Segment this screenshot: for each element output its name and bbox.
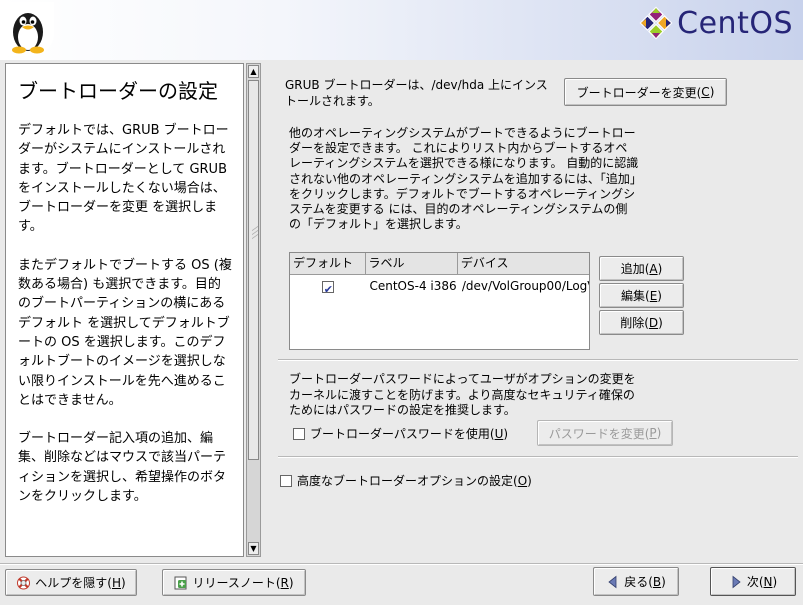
table-header: デフォルト ラベル デバイス [290,253,589,275]
bootloader-description: 他のオペレーティングシステムがブートできるようにブートローダーを設定できます。 … [289,126,639,232]
table-row[interactable]: CentOS-4 i386 /dev/VolGroup00/LogVol00 [290,275,589,297]
boot-entries-table: デフォルト ラベル デバイス CentOS-4 i386 /dev/VolGro… [289,252,590,350]
life-ring-icon [17,576,31,589]
help-paragraph: ブートローダー記入項の追加、編集、削除などはマウスで該当パーティションを選択し、… [18,431,227,505]
scroll-up-arrow-icon[interactable]: ▲ [248,65,259,78]
scroll-down-arrow-icon[interactable]: ▼ [248,542,259,555]
separator [278,456,798,458]
grub-install-info: GRUB ブートローダーは、/dev/hda 上にインストールされます。 [285,78,548,108]
label-cell: CentOS-4 i386 [369,279,457,293]
add-button[interactable]: 追加(A) [599,256,684,281]
default-cell[interactable] [290,275,365,297]
back-button[interactable]: 戻る(B) [593,567,679,596]
tux-penguin-icon [12,13,44,54]
next-button[interactable]: 次(N) [710,567,796,596]
brand-name: CentOS [677,5,793,41]
password-info: ブートローダーパスワードによってユーザがオプションの変更をカーネルに渡すことを防… [289,372,636,417]
footer-separator [0,563,803,565]
device-cell: /dev/VolGroup00/LogVol00 [461,279,589,293]
back-arrow-icon [608,575,617,588]
change-password-button[interactable]: パスワードを変更(P) [537,420,673,446]
centos-brand: CentOS [639,5,793,41]
release-notes-button[interactable]: リリースノート(R) [162,569,306,596]
add-document-icon [174,576,187,589]
delete-button[interactable]: 削除(D) [599,310,684,335]
pane-splitter-grip-icon[interactable] [252,225,258,246]
help-title: ブートローダーの設定 [18,79,218,103]
column-header-default[interactable]: デフォルト [290,253,366,274]
separator [278,359,798,361]
tux-logo [2,2,54,56]
help-scrollbar[interactable]: ▲ ▼ [246,63,261,557]
help-paragraph: デフォルトでは、GRUB ブートローダーがシステムにインストールされます。ブート… [18,123,229,235]
help-paragraph: またデフォルトでブートする OS (複数ある場合) も選択できます。目的のブート… [18,257,232,408]
column-header-label[interactable]: ラベル [366,253,458,274]
next-arrow-icon [732,575,741,588]
use-password-checkbox-box[interactable] [293,427,305,440]
header-banner: CentOS [0,0,803,60]
hide-help-button[interactable]: ヘルプを隠す(H) [5,569,137,596]
centos-logo-icon [639,6,673,40]
use-password-checkbox[interactable]: ブートローダーパスワードを使用(U) [293,425,508,442]
help-pane: ブートローダーの設定 デフォルトでは、GRUB ブートローダーがシステムにインス… [5,63,244,557]
advanced-options-checkbox-box[interactable] [280,474,292,487]
scrollbar-thumb[interactable] [248,80,259,460]
edit-button[interactable]: 編集(E) [599,283,684,308]
default-checkbox[interactable] [321,279,334,297]
advanced-options-checkbox[interactable]: 高度なブートローダーオプションの設定(O) [280,472,532,489]
change-bootloader-button[interactable]: ブートローダーを変更(C) [564,78,727,106]
column-header-device[interactable]: デバイス [458,253,589,274]
